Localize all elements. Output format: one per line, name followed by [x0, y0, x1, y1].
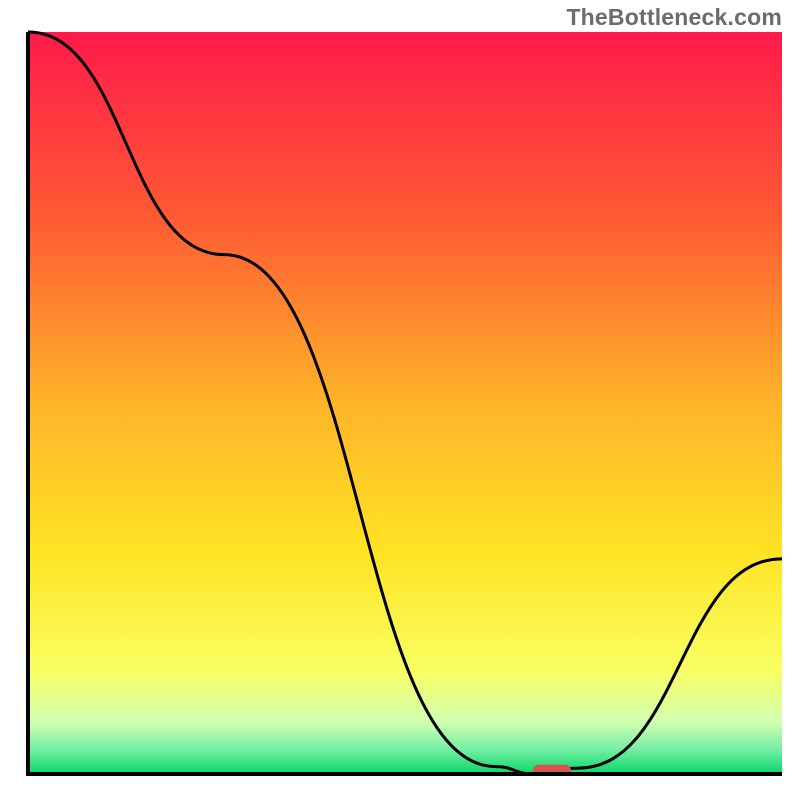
chart-container: TheBottleneck.com — [0, 0, 800, 800]
bottleneck-chart — [0, 0, 800, 800]
watermark-text: TheBottleneck.com — [566, 4, 782, 31]
